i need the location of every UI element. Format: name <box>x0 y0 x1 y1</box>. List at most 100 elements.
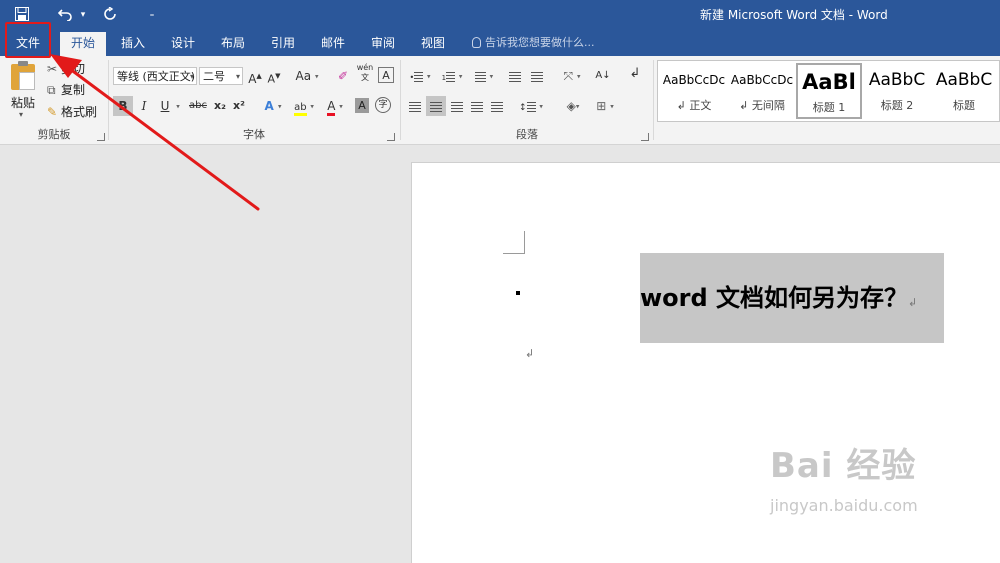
font-launcher-icon[interactable] <box>387 133 395 141</box>
paragraph-mark: ↲ <box>908 296 918 309</box>
clipboard-group-label: 剪贴板 <box>37 128 71 141</box>
tab-design[interactable]: 设计 <box>162 32 204 56</box>
document-heading[interactable]: word 文档如何另为存？↲ <box>640 281 917 320</box>
style-title[interactable]: AaBbC 标题 <box>931 63 997 119</box>
styles-gallery: AaBbCcDc ↲ 正文 AaBbCcDc ↲ 无间隔 AaBl 标题 1 A… <box>657 60 1000 122</box>
customize-qat-icon[interactable]: ₌ <box>146 3 158 27</box>
paste-button[interactable]: 粘贴 <box>11 94 35 111</box>
window-title: 新建 Microsoft Word 文档 - Word <box>700 8 888 22</box>
justify-icon[interactable] <box>468 96 486 116</box>
watermark-url: jingyan.baidu.com <box>770 496 918 515</box>
document-heading-text: word 文档如何另为存？ <box>640 284 909 312</box>
style-normal[interactable]: AaBbCcDc ↲ 正文 <box>661 63 727 119</box>
format-painter-button[interactable]: ✎ 格式刷 <box>47 103 97 121</box>
style-no-spacing[interactable]: AaBbCcDc ↲ 无间隔 <box>729 63 795 119</box>
change-case-button[interactable]: Aa ▾ <box>292 66 322 86</box>
chinese-layout-button[interactable]: ⤧ ▾ <box>558 66 586 86</box>
superscript-button[interactable]: x² <box>231 96 247 116</box>
tab-layout[interactable]: 布局 <box>212 32 254 56</box>
tab-home[interactable]: 开始 <box>60 32 106 56</box>
sort-icon[interactable]: A↓ <box>594 66 612 86</box>
enclose-characters-button[interactable]: 字 <box>375 97 391 113</box>
strikethrough-button[interactable]: abc <box>187 96 209 116</box>
copy-button[interactable]: ⧉ 复制 <box>47 81 85 99</box>
paragraph-launcher-icon[interactable] <box>641 133 649 141</box>
tab-review[interactable]: 审阅 <box>362 32 404 56</box>
paste-dropdown-icon[interactable]: ▾ <box>19 110 23 119</box>
italic-button[interactable]: I <box>135 96 153 116</box>
watermark: Bai 经验 jingyan.baidu.com <box>770 438 918 515</box>
font-name-value: 等线 (西文正文) <box>117 70 196 83</box>
font-color-label: A <box>327 99 336 116</box>
font-size-value: 二号 <box>203 70 225 83</box>
align-right-icon[interactable] <box>448 96 466 116</box>
align-left-icon[interactable] <box>406 96 424 116</box>
divider <box>653 60 654 140</box>
ribbon-tabs: 文件 开始 插入 设计 布局 引用 邮件 审阅 视图 告诉我您想要做什么... <box>0 32 1000 56</box>
style-name: 标题 2 <box>880 99 914 112</box>
clear-formatting-icon[interactable]: ✐ <box>334 66 352 86</box>
tab-mailings[interactable]: 邮件 <box>312 32 354 56</box>
clipboard-group: 粘贴 ▾ ✂ 剪切 ⧉ 复制 ✎ 格式刷 剪贴板 <box>0 56 108 144</box>
underline-dropdown-icon[interactable]: ▾ <box>173 96 183 116</box>
increase-indent-icon[interactable] <box>528 66 546 86</box>
copy-icon: ⧉ <box>47 83 56 97</box>
tell-me-placeholder: 告诉我您想要做什么... <box>485 36 595 49</box>
tab-references[interactable]: 引用 <box>262 32 304 56</box>
divider <box>400 60 401 140</box>
multilevel-list-button[interactable]: ▾ <box>470 66 498 86</box>
crop-mark <box>503 253 525 254</box>
change-case-label: Aa <box>295 69 312 83</box>
paragraph-group: • ▾ 1 ▾ ▾ ⤧ ▾ A↓ ↲ ↕ ▾ ◈▾ ⊞ ▾ 段落 <box>402 56 652 144</box>
undo-icon[interactable] <box>56 3 76 27</box>
paragraph-group-label: 段落 <box>516 128 538 141</box>
phonetic-guide-button[interactable]: wén 文 <box>356 63 374 83</box>
style-name: ↲ 正文 <box>676 99 712 112</box>
borders-button[interactable]: ⊞ ▾ <box>590 96 620 116</box>
tab-view[interactable]: 视图 <box>412 32 454 56</box>
distributed-icon[interactable] <box>488 96 506 116</box>
watermark-logo: Bai 经验 <box>770 446 917 486</box>
cut-button[interactable]: ✂ 剪切 <box>47 60 85 78</box>
annotation-box <box>5 22 51 58</box>
grow-font-button[interactable]: A▲ <box>247 66 263 86</box>
title-bar: ▾ ₌ 新建 Microsoft Word 文档 - Word <box>0 0 1000 32</box>
shrink-font-button[interactable]: A▼ <box>266 66 282 86</box>
style-sample: AaBl <box>802 70 856 94</box>
undo-dropdown-icon[interactable]: ▾ <box>78 3 88 27</box>
ribbon: 粘贴 ▾ ✂ 剪切 ⧉ 复制 ✎ 格式刷 剪贴板 等线 (西文正文) ▾ 二号 ▾ A▲ … <box>0 56 1000 145</box>
highlight-button[interactable]: ab ▾ <box>290 96 318 116</box>
empty-paragraph-mark: ↲ <box>525 347 535 360</box>
document-area: word 文档如何另为存？↲ ↲ <box>0 145 1000 563</box>
shading-button[interactable]: ◈▾ <box>558 96 588 116</box>
font-group: 等线 (西文正文) ▾ 二号 ▾ A▲ A▼ Aa ▾ ✐ wén 文 A B I U… <box>110 56 398 144</box>
tab-insert[interactable]: 插入 <box>112 32 154 56</box>
font-color-button[interactable]: A ▾ <box>322 96 348 116</box>
style-sample: AaBbC <box>868 70 926 90</box>
subscript-button[interactable]: x₂ <box>212 96 228 116</box>
text-effects-button[interactable]: A ▾ <box>260 96 286 116</box>
bullets-button[interactable]: • ▾ <box>406 66 434 86</box>
decrease-indent-icon[interactable] <box>506 66 524 86</box>
font-size-select[interactable]: 二号 ▾ <box>199 67 243 85</box>
paste-icon[interactable] <box>11 61 35 90</box>
style-heading-2[interactable]: AaBbC 标题 2 <box>864 63 930 119</box>
style-heading-1[interactable]: AaBl 标题 1 <box>796 63 862 119</box>
style-sample: AaBbC <box>935 70 993 90</box>
shrink-font-label: A <box>267 72 276 86</box>
highlight-label: ab <box>294 102 307 116</box>
show-marks-icon[interactable]: ↲ <box>626 64 644 84</box>
cut-label: 剪切 <box>61 62 86 76</box>
character-border-button[interactable]: A <box>378 67 394 83</box>
align-center-icon[interactable] <box>426 96 446 116</box>
redo-icon[interactable] <box>100 3 120 27</box>
character-shading-button[interactable]: A <box>355 98 369 113</box>
numbering-button[interactable]: 1 ▾ <box>438 66 466 86</box>
tell-me-box[interactable]: 告诉我您想要做什么... <box>472 32 595 56</box>
clipboard-launcher-icon[interactable] <box>97 133 105 141</box>
underline-button[interactable]: U <box>157 96 173 116</box>
font-name-select[interactable]: 等线 (西文正文) ▾ <box>113 67 197 85</box>
bold-button[interactable]: B <box>113 96 133 116</box>
line-spacing-button[interactable]: ↕ ▾ <box>516 96 546 116</box>
paintbrush-icon: ✎ <box>47 105 58 119</box>
